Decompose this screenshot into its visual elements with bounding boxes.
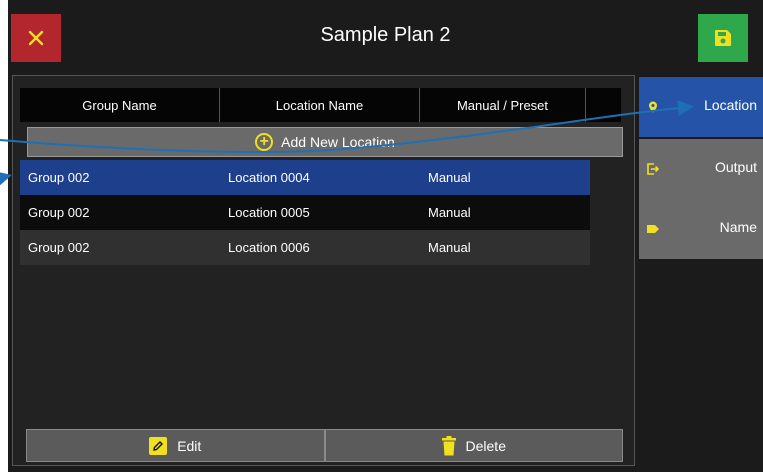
- location-cell: Location 0006: [228, 240, 310, 255]
- tag-icon: [647, 225, 659, 233]
- add-new-location-label: Add New Location: [281, 134, 395, 150]
- sidebar-item-label: Name: [719, 219, 757, 235]
- sidebar: Location Output Name: [639, 75, 763, 472]
- column-header-spacer: [586, 88, 621, 122]
- group-cell: Group 002: [28, 240, 90, 255]
- table-row[interactable]: Group 002 Location 0006 Manual: [20, 230, 590, 265]
- location-rows: Group 002 Location 0004 Manual Group 002…: [20, 160, 590, 265]
- output-icon: [647, 163, 659, 175]
- edit-icon: [149, 436, 168, 455]
- mode-cell: Manual: [428, 170, 471, 185]
- save-button[interactable]: [698, 14, 748, 62]
- group-cell: Group 002: [28, 170, 90, 185]
- column-header-location[interactable]: Location Name: [220, 88, 420, 122]
- mode-cell: Manual: [428, 205, 471, 220]
- callout-arrow-to-row: [0, 171, 12, 187]
- table-row[interactable]: Group 002 Location 0004 Manual: [20, 160, 590, 195]
- sidebar-item-label: Location: [704, 97, 757, 113]
- location-cell: Location 0004: [228, 170, 310, 185]
- add-circle-icon: +: [255, 133, 274, 151]
- location-pin-icon: [649, 101, 657, 113]
- table-row[interactable]: Group 002 Location 0005 Manual: [20, 195, 590, 230]
- edit-button[interactable]: Edit: [26, 429, 325, 462]
- add-new-location-button[interactable]: + Add New Location: [27, 127, 623, 157]
- table-header: Group Name Location Name Manual / Preset: [20, 88, 621, 122]
- location-cell: Location 0005: [228, 205, 310, 220]
- app-screen: Sample Plan 2 Group Name Location Name M…: [8, 0, 763, 472]
- group-cell: Group 002: [28, 205, 90, 220]
- sidebar-item-location[interactable]: Location: [639, 77, 763, 137]
- save-icon: [715, 30, 731, 46]
- edit-label: Edit: [177, 437, 202, 454]
- trash-icon: [441, 435, 456, 456]
- sidebar-item-output[interactable]: Output: [639, 139, 763, 199]
- mode-cell: Manual: [428, 240, 471, 255]
- delete-label: Delete: [465, 437, 506, 454]
- footer-actions: Edit Delete: [26, 429, 623, 462]
- column-header-group[interactable]: Group Name: [20, 88, 220, 122]
- column-header-mode[interactable]: Manual / Preset: [420, 88, 586, 122]
- sidebar-item-label: Output: [714, 159, 757, 175]
- delete-button[interactable]: Delete: [324, 429, 623, 462]
- sidebar-item-name[interactable]: Name: [639, 199, 763, 259]
- page-title: Sample Plan 2: [320, 24, 451, 46]
